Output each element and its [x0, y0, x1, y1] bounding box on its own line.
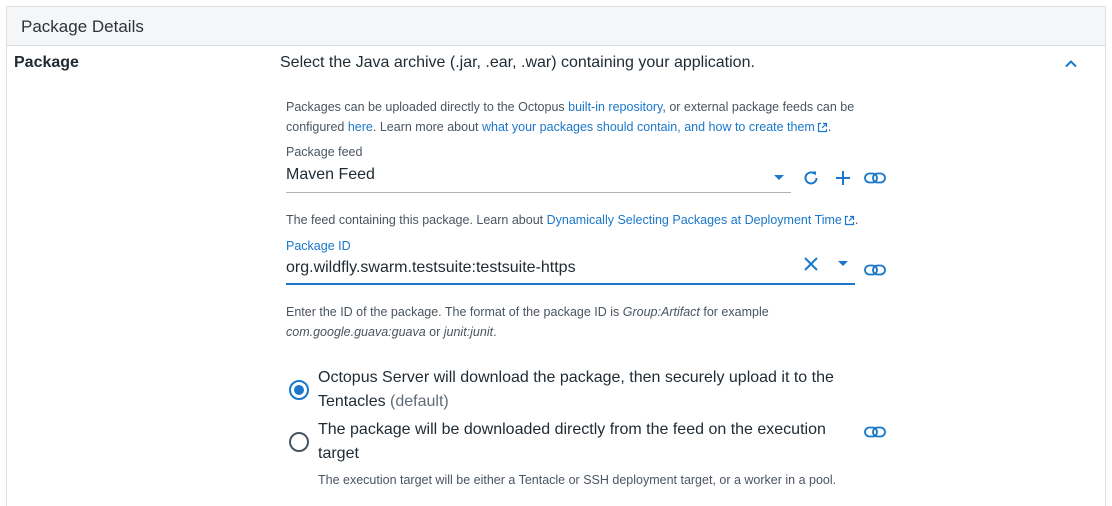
package-feed-value: Maven Feed — [286, 166, 375, 183]
package-id-underline — [286, 283, 855, 285]
help-text: The feed containing this package. Learn … — [286, 213, 547, 227]
package-feed-label: Package feed — [286, 145, 363, 159]
option-octopus-server-label[interactable]: Octopus Server will download the package… — [318, 366, 858, 414]
package-label: Package — [14, 54, 79, 71]
dropdown-arrow-icon — [838, 261, 848, 266]
dropdown-arrow-icon — [774, 175, 784, 180]
default-indicator: (default) — [390, 393, 449, 410]
help-text: com.google.guava:guava — [286, 325, 426, 339]
help-text: for example — [699, 305, 769, 319]
external-link-icon — [844, 212, 855, 232]
help-text: configured — [286, 120, 348, 134]
add-feed-button[interactable] — [831, 166, 855, 190]
package-summary: Select the Java archive (.jar, .ear, .wa… — [280, 54, 755, 71]
help-text: . — [493, 325, 497, 339]
package-id-dropdown-button[interactable] — [831, 252, 855, 276]
collapse-button[interactable] — [1060, 53, 1082, 75]
option-text: The package will be downloaded directly … — [318, 421, 826, 438]
link-icon — [864, 172, 886, 184]
refresh-feeds-button[interactable] — [799, 166, 823, 190]
clear-icon — [804, 257, 818, 271]
link-icon — [864, 426, 886, 438]
radio-octopus-server[interactable] — [289, 380, 309, 400]
help-text: . — [827, 120, 832, 134]
radio-execution-target[interactable] — [289, 432, 309, 452]
clear-package-id-button[interactable] — [799, 252, 823, 276]
help-text: Packages can be uploaded directly to the… — [286, 100, 569, 114]
help-text: junit:junit — [443, 325, 494, 339]
help-text: . Learn more about — [372, 120, 482, 134]
execution-target-help: The execution target will be either a Te… — [318, 473, 837, 487]
package-feed-underline — [286, 192, 791, 193]
feed-dropdown-button[interactable] — [767, 166, 791, 190]
section-header: Package Details — [7, 7, 1105, 46]
help-text: . — [854, 213, 859, 227]
help-text: Enter the ID of the package. The format … — [286, 305, 623, 319]
package-id-help: Enter the ID of the package. The format … — [286, 302, 906, 342]
package-id-bind-button[interactable] — [863, 258, 887, 282]
refresh-icon — [804, 171, 818, 185]
package-feed-select[interactable]: Maven Feed — [286, 166, 791, 192]
option-execution-target-label[interactable]: The package will be downloaded directly … — [318, 418, 858, 466]
help-text: Group:Artifact — [622, 305, 700, 319]
package-contents-link[interactable]: what your packages should contain, and h… — [482, 120, 815, 134]
feed-bind-button[interactable] — [863, 166, 887, 190]
package-id-input[interactable]: org.wildfly.swarm.testsuite:testsuite-ht… — [286, 259, 796, 285]
builtin-repository-link[interactable]: built-in repository — [568, 100, 662, 114]
option-text: Tentacles — [318, 393, 386, 410]
chevron-up-icon — [1065, 60, 1077, 68]
option-text: Octopus Server will download the package… — [318, 369, 834, 386]
package-id-value: org.wildfly.swarm.testsuite:testsuite-ht… — [286, 259, 576, 276]
package-id-label: Package ID — [286, 239, 351, 253]
link-icon — [864, 264, 886, 276]
here-link[interactable]: here — [348, 120, 373, 134]
help-text: or — [425, 325, 444, 339]
add-icon — [836, 171, 850, 185]
dynamic-packages-link[interactable]: Dynamically Selecting Packages at Deploy… — [547, 213, 842, 227]
section-title: Package Details — [21, 17, 144, 36]
help-text: , or external package feeds can be — [662, 100, 855, 114]
external-link-icon — [817, 119, 828, 139]
package-help: Packages can be uploaded directly to the… — [286, 97, 886, 139]
feed-help: The feed containing this package. Learn … — [286, 210, 906, 232]
option-text: target — [318, 445, 359, 462]
acquisition-bind-button[interactable] — [863, 420, 887, 444]
